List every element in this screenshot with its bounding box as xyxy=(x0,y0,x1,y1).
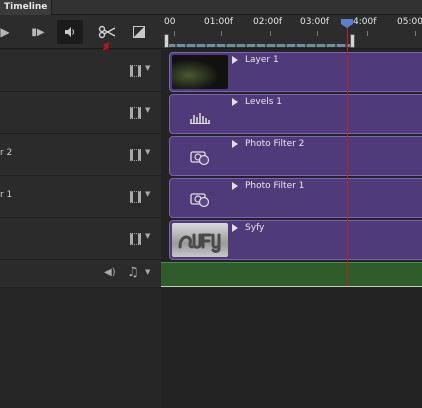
track-header[interactable]: r 1 ▼ xyxy=(0,176,161,218)
film-icon[interactable] xyxy=(130,149,141,161)
track-name: r 2 xyxy=(0,148,13,158)
ruler-tick xyxy=(221,31,222,36)
timeline-tracks[interactable]: Layer 1 Levels 1 Photo Filter 2 Photo Fi… xyxy=(161,50,422,408)
film-icon[interactable] xyxy=(130,107,141,119)
audio-track-header[interactable]: ◀) ♫ ▼ xyxy=(0,260,161,288)
caret-down-icon[interactable]: ▼ xyxy=(145,232,150,240)
expand-triangle-icon[interactable] xyxy=(232,56,238,64)
levels-icon xyxy=(190,113,210,124)
track-name: r 1 xyxy=(0,190,13,200)
caret-down-icon[interactable]: ▼ xyxy=(145,268,150,276)
ruler-label: 02:00f xyxy=(253,17,283,27)
clip-levels-1[interactable]: Levels 1 xyxy=(169,94,422,134)
ruler-tick xyxy=(174,31,175,36)
track-header[interactable]: r 2 ▼ xyxy=(0,134,161,176)
step-forward-icon: ▮▶ xyxy=(31,26,45,38)
play-icon: ▶ xyxy=(0,25,10,39)
clip-syfy[interactable]: Syfy xyxy=(169,220,422,260)
photo-filter-icon xyxy=(190,193,210,208)
clip-label: Syfy xyxy=(245,223,265,233)
mask-icon xyxy=(133,26,145,38)
music-note-icon[interactable]: ♫ xyxy=(127,265,139,280)
caret-down-icon[interactable]: ▼ xyxy=(145,106,150,114)
film-icon[interactable] xyxy=(130,191,141,203)
clip-label: Photo Filter 1 xyxy=(245,181,305,191)
work-area-end-handle[interactable] xyxy=(350,34,355,48)
expand-triangle-icon[interactable] xyxy=(232,182,238,190)
clip-photo-filter-1[interactable]: Photo Filter 1 xyxy=(169,178,422,218)
playhead-line[interactable] xyxy=(347,28,348,286)
ruler-label: 05:00 xyxy=(397,17,422,27)
scissors-icon xyxy=(98,25,116,39)
film-icon[interactable] xyxy=(130,233,141,245)
timeline-toolbar: ▶ ▮▶ xyxy=(0,15,161,49)
ruler-tick xyxy=(270,31,271,36)
photo-filter-icon xyxy=(190,151,210,166)
expand-triangle-icon[interactable] xyxy=(232,224,238,232)
ruler-label: 00 xyxy=(164,17,176,27)
time-ruler[interactable]: 00 01:00f 02:00f 03:00f 4:00f 05:00 xyxy=(161,15,422,49)
syfy-logo-icon xyxy=(178,233,221,253)
speaker-icon[interactable]: ◀) xyxy=(104,267,116,278)
audio-toggle-button[interactable] xyxy=(57,20,83,44)
film-icon[interactable] xyxy=(130,65,141,77)
expand-triangle-icon[interactable] xyxy=(232,98,238,106)
tab-timeline[interactable]: Timeline xyxy=(0,0,53,15)
ruler-tick xyxy=(367,31,368,36)
clip-layer-1[interactable]: Layer 1 xyxy=(169,52,422,92)
audio-clip[interactable] xyxy=(161,262,422,287)
ruler-tick xyxy=(415,31,416,36)
transition-button[interactable] xyxy=(126,20,152,44)
track-header[interactable]: ▼ xyxy=(0,50,161,92)
track-headers: ▼ ▼ r 2 ▼ r 1 ▼ ▼ ◀) ♫ ▼ xyxy=(0,50,161,408)
track-header[interactable]: ▼ xyxy=(0,92,161,134)
step-forward-button[interactable]: ▮▶ xyxy=(25,20,51,44)
clip-label: Photo Filter 2 xyxy=(245,139,305,149)
speaker-icon xyxy=(65,27,75,37)
clip-photo-filter-2[interactable]: Photo Filter 2 xyxy=(169,136,422,176)
work-area-bar[interactable] xyxy=(167,44,354,47)
expand-triangle-icon[interactable] xyxy=(232,140,238,148)
panel-titlebar: Timeline xyxy=(0,0,422,15)
clip-thumbnail xyxy=(172,55,228,89)
ruler-label: 03:00f xyxy=(300,17,330,27)
ruler-label: 01:00f xyxy=(204,17,234,27)
play-button[interactable]: ▶ xyxy=(0,20,18,44)
track-header[interactable]: ▼ xyxy=(0,218,161,260)
caret-down-icon[interactable]: ▼ xyxy=(145,64,150,72)
syfy-logo-thumbnail xyxy=(172,223,228,257)
caret-down-icon[interactable]: ▼ xyxy=(145,148,150,156)
playhead-handle[interactable] xyxy=(341,19,353,28)
ruler-tick xyxy=(317,31,318,36)
clip-label: Levels 1 xyxy=(245,97,283,107)
clip-label: Layer 1 xyxy=(245,55,279,65)
ruler-label: 4:00f xyxy=(353,17,377,27)
caret-down-icon[interactable]: ▼ xyxy=(145,190,150,198)
work-area-start-handle[interactable] xyxy=(164,34,169,48)
